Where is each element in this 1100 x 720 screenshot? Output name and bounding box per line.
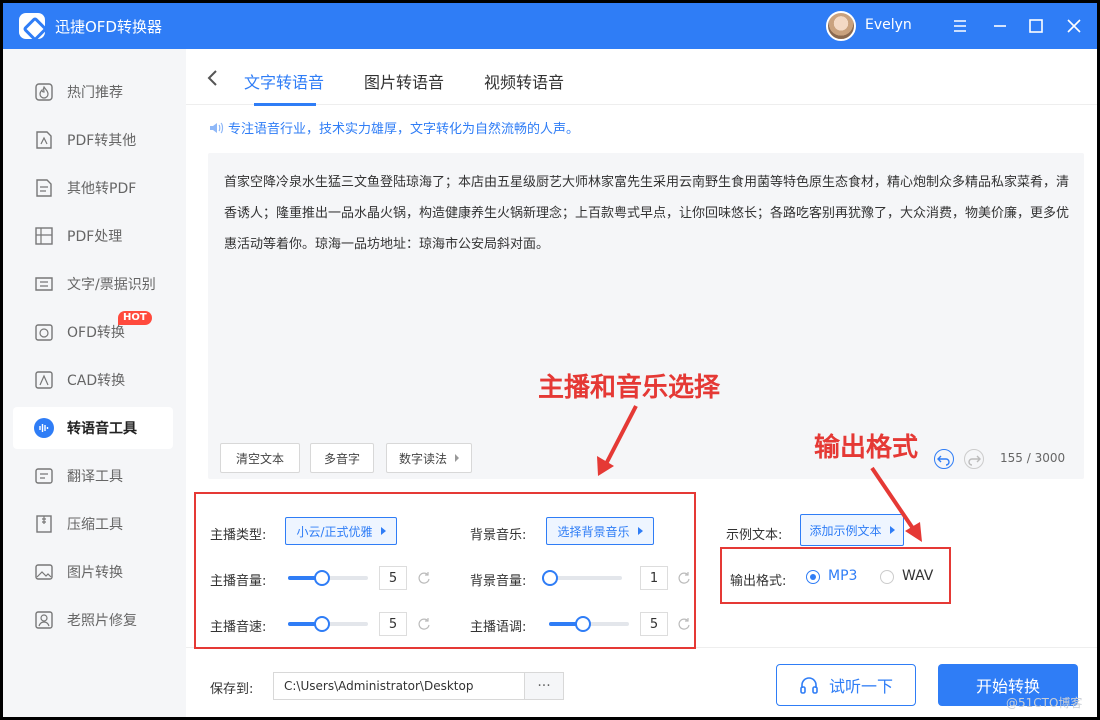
voice-icon [33,417,55,439]
sidebar-item-ocr[interactable]: 文字/票据识别 [13,263,173,305]
menu-icon[interactable] [949,15,971,37]
app-title: 迅捷OFD转换器 [55,18,162,36]
sidebar-item-label: PDF处理 [67,229,123,245]
sidebar-item-compress[interactable]: 压缩工具 [13,503,173,545]
text-content[interactable]: 首家空降冷泉水生猛三文鱼登陆琼海了；本店由五星级厨艺大师林家富先生采用云南野生食… [224,167,1070,260]
image-icon [33,561,55,583]
char-counter: 155 / 3000 [1000,451,1066,465]
sidebar-item-label: 压缩工具 [67,517,123,533]
sidebar-item-image[interactable]: 图片转换 [13,551,173,593]
sidebar-item-label: OFD转换 [67,325,125,341]
notice-bar: 专注语音行业，技术实力雄厚，文字转化为自然流畅的人声。 [208,118,579,137]
translate-icon [33,465,55,487]
tab-video-to-speech[interactable]: 视频转语音 [484,69,564,93]
pdf-process-icon [33,225,55,247]
sidebar-item-label: 转语音工具 [67,421,137,437]
text-input-area[interactable]: 首家空降冷泉水生猛三文鱼登陆琼海了；本店由五星级厨艺大师林家富先生采用云南野生食… [208,153,1084,479]
sidebar-item-voice[interactable]: 转语音工具 [13,407,173,449]
sidebar-item-hot[interactable]: 热门推荐 [13,71,173,113]
sample-text-label: 示例文本: [726,528,783,543]
watermark: @51CTO博客 [1006,696,1083,710]
sidebar-item-other-to-pdf[interactable]: 其他转PDF [13,167,173,209]
save-path-input[interactable]: C:\Users\Administrator\Desktop [273,672,525,700]
sidebar-item-cad[interactable]: CAD转换 [13,359,173,401]
listen-button[interactable]: 试听一下 [776,664,916,706]
cad-icon [33,369,55,391]
sidebar-item-label: 热门推荐 [67,85,123,101]
clear-text-button[interactable]: 清空文本 [220,443,300,473]
bottom-bar: 保存到: C:\Users\Administrator\Desktop ··· … [186,647,1097,717]
sidebar-item-photo-restore[interactable]: 老照片修复 [13,599,173,641]
polyphone-button[interactable]: 多音字 [310,443,374,473]
number-reading-button[interactable]: 数字读法 [386,443,472,473]
caret-right-icon [889,526,895,534]
maximize-icon[interactable] [1025,15,1047,37]
compress-icon [33,513,55,535]
tab-text-to-speech[interactable]: 文字转语音 [244,69,324,93]
sidebar-item-label: 文字/票据识别 [67,277,156,293]
sample-text-value: 添加示例文本 [809,523,882,538]
redo-icon[interactable] [964,449,984,469]
listen-label: 试听一下 [828,677,893,696]
sample-text-select[interactable]: 添加示例文本 [800,514,904,546]
sidebar: 热门推荐 PDF转其他 其他转PDF PDF处理 文字/票据识别 OFD转换 H… [3,49,186,717]
notice-text: 专注语音行业，技术实力雄厚，文字转化为自然流畅的人声。 [228,122,580,137]
sidebar-item-label: 老照片修复 [67,613,137,629]
sidebar-item-label: 翻译工具 [67,469,123,485]
number-reading-label: 数字读法 [398,451,447,466]
sidebar-item-pdf-to-other[interactable]: PDF转其他 [13,119,173,161]
output-format-annotation-box [720,547,951,604]
avatar[interactable] [826,11,856,41]
tab-bar: 文字转语音 图片转语音 视频转语音 [186,49,1097,106]
ofd-icon [33,321,55,343]
sidebar-item-label: 其他转PDF [67,181,137,197]
photo-restore-icon [33,609,55,631]
sidebar-item-ofd[interactable]: OFD转换 HOT [13,311,173,353]
sidebar-item-translate[interactable]: 翻译工具 [13,455,173,497]
sidebar-item-label: 图片转换 [67,565,123,581]
to-pdf-icon [33,177,55,199]
ocr-icon [33,273,55,295]
sidebar-item-pdf-process[interactable]: PDF处理 [13,215,173,257]
headphones-icon [799,675,819,695]
title-bar: 迅捷OFD转换器 Evelyn [3,3,1097,49]
sidebar-item-label: PDF转其他 [67,133,137,149]
minimize-icon[interactable] [989,15,1011,37]
save-to-label: 保存到: [210,682,254,697]
undo-icon[interactable] [934,449,954,469]
caret-right-icon [455,454,459,462]
pdf-convert-icon [33,129,55,151]
username[interactable]: Evelyn [865,17,912,33]
tab-image-to-speech[interactable]: 图片转语音 [364,69,444,93]
app-logo-icon [19,13,45,39]
output-format-annotation: 输出格式 [814,433,919,463]
browse-button[interactable]: ··· [524,672,564,700]
sidebar-item-label: CAD转换 [67,373,126,389]
close-icon[interactable] [1063,15,1085,37]
hot-badge: HOT [118,311,152,325]
speaker-icon [208,121,224,135]
anchor-music-annotation: 主播和音乐选择 [538,373,721,403]
hot-recommend-icon [33,81,55,103]
active-tab-underline [254,103,316,106]
back-arrow-icon[interactable] [206,69,220,87]
anchor-music-annotation-box [194,492,696,649]
